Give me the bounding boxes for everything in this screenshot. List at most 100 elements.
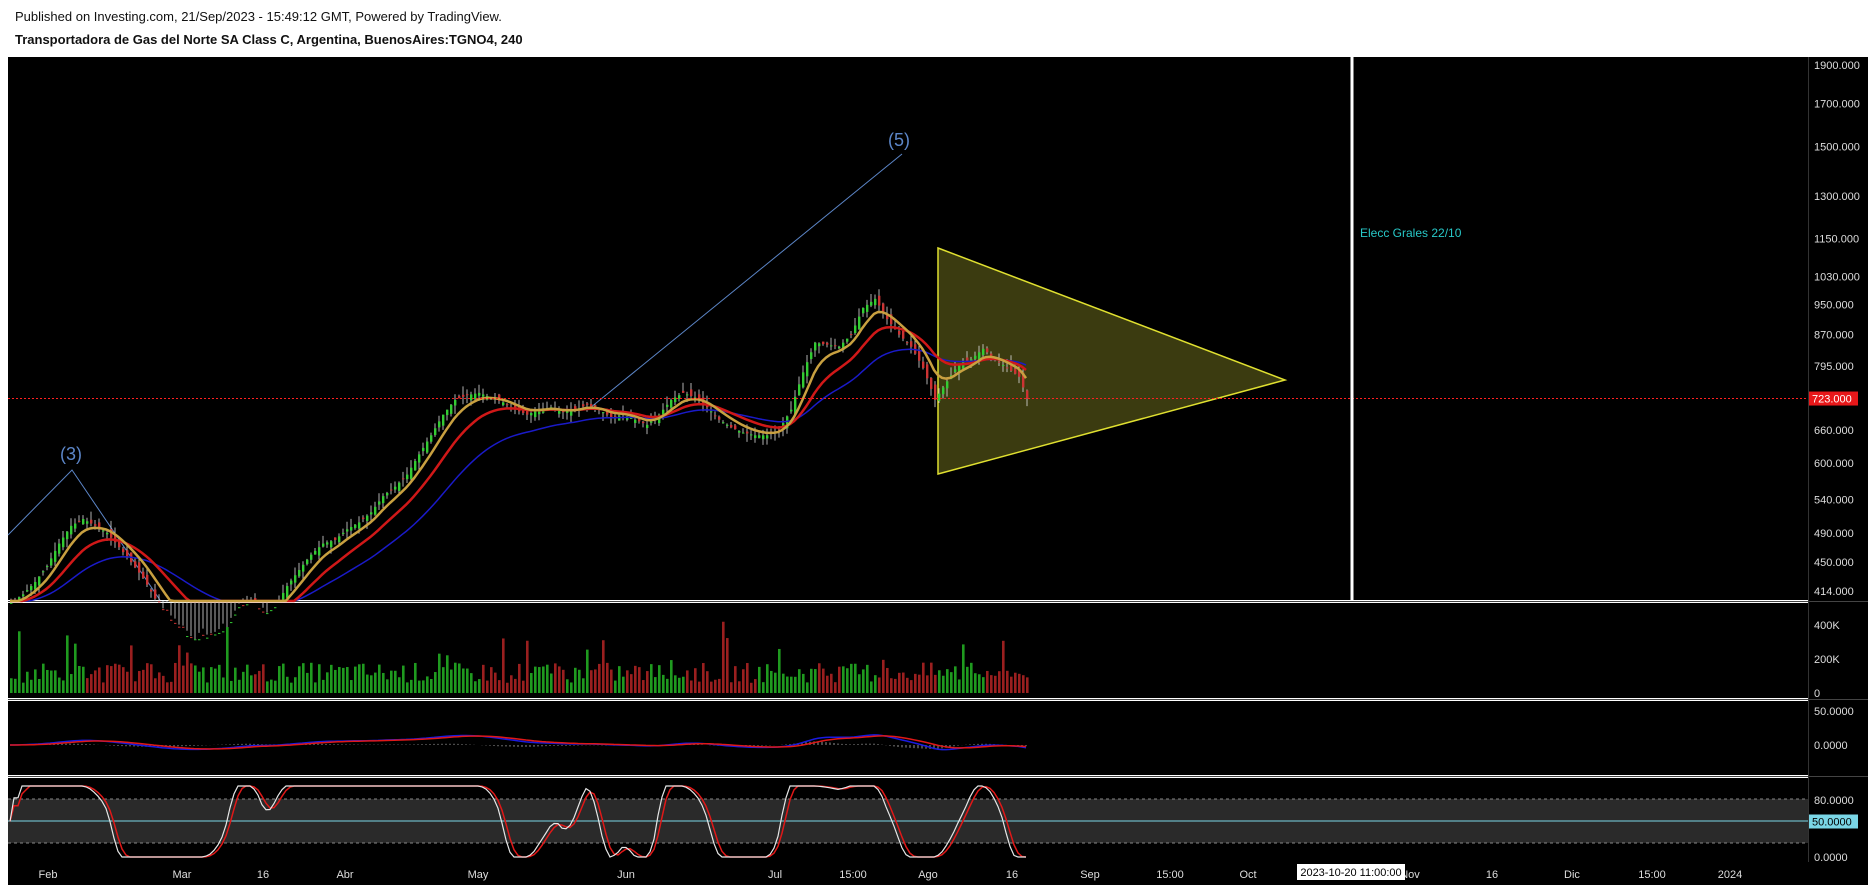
wave5-label: (5) <box>888 130 910 150</box>
volume-bar <box>18 631 21 693</box>
volume-bar <box>818 663 821 693</box>
volume-bar <box>310 662 313 693</box>
candle-body <box>42 571 45 573</box>
candle-body <box>726 424 729 426</box>
time-axis[interactable] <box>8 862 1868 885</box>
volume-bar <box>622 676 625 693</box>
volume-bar <box>650 664 653 693</box>
volume-bar <box>618 666 621 693</box>
volume-bar <box>466 668 469 693</box>
price-tick-label: 414.000 <box>1814 586 1854 598</box>
candle-body <box>322 543 325 547</box>
volume-bar <box>758 666 761 693</box>
volume-bar <box>502 638 505 693</box>
volume-bar <box>498 680 501 693</box>
volume-bar <box>1010 676 1013 693</box>
candle-body <box>70 525 73 535</box>
candle-body <box>798 384 801 396</box>
volume-bar <box>382 672 385 693</box>
candle-body <box>222 631 225 633</box>
price-tick-label: 540.000 <box>1814 494 1854 506</box>
candle-body <box>898 331 901 335</box>
volume-bar <box>658 665 661 693</box>
candle-body <box>442 414 445 426</box>
candle-body <box>854 325 857 334</box>
candle-body <box>714 415 717 417</box>
candle-body <box>154 589 157 599</box>
candle-body <box>590 404 593 407</box>
candle-body <box>330 541 333 548</box>
candle-body <box>1014 368 1017 374</box>
candle-body <box>354 524 357 528</box>
volume-bar <box>294 677 297 693</box>
volume-bar <box>826 675 829 693</box>
candle-body <box>398 482 401 492</box>
candle-body <box>814 342 817 351</box>
volume-bar <box>58 677 61 693</box>
volume-bar <box>14 678 17 693</box>
volume-bar <box>694 668 697 693</box>
volume-bar <box>162 675 165 693</box>
volume-bar <box>778 648 781 693</box>
volume-bar <box>478 679 481 693</box>
volume-bar <box>990 675 993 693</box>
time-tick-label: Dic <box>1564 869 1580 881</box>
candle-body <box>666 404 669 407</box>
volume-bar <box>894 678 897 693</box>
candle-body <box>686 394 689 396</box>
volume-bar <box>350 680 353 693</box>
candle-body <box>190 637 193 639</box>
candle-body <box>82 519 85 525</box>
volume-bar <box>910 680 913 693</box>
volume-bar <box>190 663 193 693</box>
candle-body <box>358 522 361 529</box>
stoch-tick-label: 80.0000 <box>1814 795 1854 807</box>
volume-bar <box>34 669 37 693</box>
volume-bar <box>798 669 801 693</box>
volume-bar <box>102 682 105 693</box>
volume-bar <box>866 664 869 693</box>
volume-bar <box>22 682 25 693</box>
candle-body <box>734 425 737 430</box>
volume-bar <box>202 667 205 693</box>
volume-bar <box>246 664 249 693</box>
volume-bar <box>698 681 701 693</box>
volume-bar <box>454 662 457 693</box>
price-tick-label: 1300.000 <box>1814 191 1860 203</box>
volume-bar <box>934 674 937 693</box>
volume-bar <box>346 667 349 693</box>
candle-body <box>918 350 921 361</box>
candle-body <box>138 562 141 573</box>
volume-bar <box>242 671 245 693</box>
candle-body <box>802 372 805 388</box>
candle-body <box>974 355 977 359</box>
volume-bar <box>458 663 461 693</box>
volume-bar <box>766 664 769 693</box>
time-tick-label: 15:00 <box>1638 869 1666 881</box>
time-tick-label: 15:00 <box>839 869 867 881</box>
candle-body <box>238 607 241 609</box>
candle-body <box>314 550 317 555</box>
volume-bar <box>722 621 725 693</box>
time-tick-label: 16 <box>257 869 269 881</box>
volume-bar <box>946 669 949 693</box>
price-chart[interactable]: (3) (5) 1900.000 1700.000 1500.000 1300.000 1… <box>0 0 1870 885</box>
candle-body <box>258 608 261 610</box>
volume-bar <box>506 682 509 693</box>
candle-body <box>26 590 29 592</box>
volume-bar <box>90 674 93 693</box>
candle-body <box>10 602 13 604</box>
candle-body <box>906 342 909 344</box>
candle-body <box>670 399 673 408</box>
volume-bar <box>86 678 89 693</box>
time-tick-label: 16 <box>1486 869 1498 881</box>
volume-bar <box>222 677 225 693</box>
volume-bar <box>174 662 177 693</box>
candle-body <box>406 474 409 480</box>
candle-body <box>134 561 137 568</box>
volume-bar <box>942 675 945 693</box>
volume-bar <box>582 678 585 693</box>
candle-body <box>262 611 265 613</box>
volume-bar <box>494 672 497 693</box>
candle-body <box>234 614 237 616</box>
